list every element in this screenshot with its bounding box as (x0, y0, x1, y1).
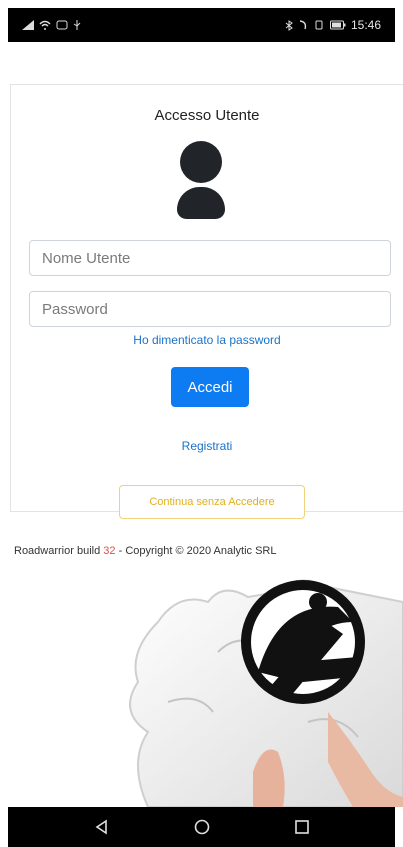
footer-text: Roadwarrior build 32 - Copyright © 2020 … (14, 545, 277, 557)
battery-icon (329, 20, 346, 30)
forgot-password-link[interactable]: Ho dimenticato la password (11, 333, 403, 347)
puzzle-background-image (129, 579, 403, 807)
password-input[interactable] (29, 291, 391, 327)
notification-icon (56, 20, 68, 30)
status-left (22, 20, 81, 30)
copyright-text: - Copyright © 2020 Analytic SRL (118, 545, 277, 557)
back-icon (95, 819, 107, 835)
login-card: Accesso Utente Ho dimenticato la passwor… (10, 84, 403, 519)
wifi-icon (39, 20, 51, 30)
navigation-bar (8, 807, 395, 847)
signal-icon (22, 20, 34, 30)
bluetooth-icon (285, 19, 293, 31)
vibrate-icon (315, 20, 323, 30)
login-button[interactable]: Accedi (171, 367, 249, 407)
home-button[interactable] (188, 813, 216, 841)
avatar-head (180, 141, 222, 183)
recents-button[interactable] (288, 813, 316, 841)
status-time: 15:46 (350, 18, 381, 32)
usb-icon (73, 20, 81, 30)
login-title: Accesso Utente (154, 107, 260, 124)
user-avatar-icon (177, 141, 225, 221)
status-right: 15:46 (285, 18, 381, 32)
status-bar: 15:46 (8, 8, 395, 42)
back-button[interactable] (88, 813, 116, 841)
recents-icon (294, 820, 309, 834)
app-name: Roadwarrior build (14, 545, 101, 557)
nfc-icon (299, 20, 307, 30)
home-icon (194, 819, 209, 835)
avatar-body (177, 187, 225, 219)
username-input[interactable] (29, 240, 391, 276)
build-number: 32 (103, 545, 116, 557)
register-link[interactable]: Registrati (11, 439, 403, 453)
continue-as-guest-button[interactable]: Continua senza Accedere (119, 485, 305, 519)
